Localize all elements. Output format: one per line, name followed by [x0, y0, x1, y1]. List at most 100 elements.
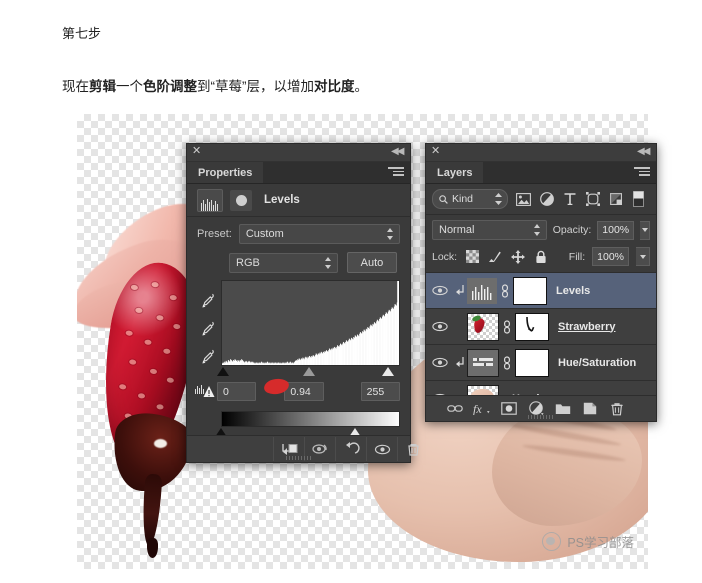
body-seg-7: 。	[354, 79, 369, 94]
mask-link-icon[interactable]	[497, 283, 513, 298]
histogram-column	[217, 280, 400, 378]
toggle-visibility-icon[interactable]	[366, 437, 397, 461]
layer-mask-thumbnail[interactable]	[515, 348, 549, 377]
set-black-point-eyedropper-icon[interactable]	[200, 292, 217, 309]
channel-row: RGB Auto	[187, 244, 410, 273]
layer-visibility-icon[interactable]	[426, 285, 453, 296]
smart-object-filter-icon[interactable]	[604, 189, 627, 209]
lock-transparent-pixels-icon[interactable]	[464, 249, 480, 265]
histogram[interactable]	[221, 280, 400, 366]
lock-position-icon[interactable]	[510, 249, 526, 265]
close-icon[interactable]: ✕	[431, 146, 440, 157]
blend-mode-select[interactable]: Normal	[432, 220, 547, 240]
mask-link-icon[interactable]	[499, 355, 515, 370]
delete-layer-icon[interactable]	[604, 398, 631, 420]
fill-field[interactable]: 100%	[592, 247, 629, 266]
add-layer-mask-icon[interactable]	[496, 398, 523, 420]
channel-value: RGB	[236, 256, 260, 269]
tab-layers[interactable]: Layers	[426, 162, 484, 183]
panel-menu-icon[interactable]	[634, 167, 650, 178]
layer-filter-row: Kind	[426, 184, 656, 215]
resize-grip[interactable]	[528, 415, 554, 419]
chocolate-highlight	[154, 439, 167, 448]
body-seg-1: 现在	[62, 79, 89, 94]
eyedropper-column	[195, 280, 221, 378]
new-layer-icon[interactable]	[577, 398, 604, 420]
layer-style-fx-icon[interactable]: fx	[469, 398, 496, 420]
delete-adjustment-icon[interactable]	[397, 437, 428, 461]
layer-mask-thumbnail[interactable]	[515, 312, 549, 341]
white-input-field[interactable]: 255	[360, 382, 400, 401]
resize-grip[interactable]	[285, 456, 312, 460]
layer-visibility-icon[interactable]	[426, 321, 453, 332]
lock-image-pixels-icon[interactable]	[487, 249, 503, 265]
stepper-arrows-icon	[387, 228, 394, 240]
layers-footer: fx	[426, 395, 656, 421]
clipping-warning-icon[interactable]	[195, 384, 217, 399]
channel-select[interactable]: RGB	[229, 252, 338, 273]
adjustment-layer-filter-icon[interactable]	[535, 189, 558, 209]
auto-button[interactable]: Auto	[347, 252, 397, 273]
chocolate-drip	[140, 473, 163, 547]
black-input-field[interactable]: 0	[217, 382, 257, 401]
preset-label: Preset:	[197, 228, 232, 240]
output-levels	[187, 401, 410, 439]
properties-footer	[187, 435, 419, 462]
set-gray-point-eyedropper-icon[interactable]	[200, 320, 217, 337]
panel-menu-icon[interactable]	[388, 167, 404, 178]
collapse-icon[interactable]: ◀◀	[637, 147, 650, 157]
shape-layer-filter-icon[interactable]	[581, 189, 604, 209]
opacity-field[interactable]: 100%	[597, 220, 635, 240]
gamma-input-slider[interactable]	[303, 367, 315, 376]
set-white-point-eyedropper-icon[interactable]	[200, 348, 217, 365]
pixel-layer-filter-icon[interactable]	[512, 189, 535, 209]
layer-visibility-icon[interactable]	[426, 357, 453, 368]
stepper-arrows-icon	[533, 224, 541, 236]
layer-thumbnail-levels[interactable]	[467, 277, 497, 304]
fill-dropdown-button[interactable]	[636, 247, 650, 266]
mask-link-icon[interactable]	[499, 319, 515, 334]
adjustment-title: Levels	[264, 194, 300, 206]
link-layers-icon[interactable]	[442, 398, 469, 420]
body-seg-6: 对比度	[314, 79, 355, 94]
adjustment-preset-icon	[230, 189, 252, 211]
properties-panel[interactable]: ✕ ◀◀ Properties Levels Preset: Custom RG…	[186, 143, 419, 463]
layer-row-hue-saturation[interactable]: Hue/Saturation	[426, 345, 656, 381]
layer-filter-icons	[512, 189, 650, 209]
layer-thumbnail-hue-saturation[interactable]	[467, 348, 499, 377]
filter-toggle-switch-icon[interactable]	[627, 189, 650, 209]
reset-adjustment-icon[interactable]	[335, 437, 366, 461]
layer-mask-thumbnail[interactable]	[513, 276, 547, 305]
filter-kind-select[interactable]: Kind	[432, 189, 508, 209]
white-input-slider[interactable]	[382, 367, 394, 376]
tab-properties[interactable]: Properties	[187, 162, 264, 183]
watermark-logo-icon	[542, 532, 562, 551]
close-icon[interactable]: ✕	[192, 146, 201, 157]
layer-row-strawberry[interactable]: Strawberry	[426, 309, 656, 345]
preset-row: Preset: Custom	[187, 217, 410, 244]
blend-mode-value: Normal	[439, 224, 475, 236]
layer-name-levels: Levels	[556, 284, 591, 297]
input-levels-sliders	[217, 367, 400, 378]
collapse-icon[interactable]: ◀◀	[391, 147, 404, 157]
watermark-text: PS学习部落	[567, 536, 634, 550]
lock-all-icon[interactable]	[533, 249, 549, 265]
levels-icon	[197, 188, 223, 212]
layers-panel[interactable]: ✕ ◀◀ Layers Kind Normal Opacity: 100% Lo…	[425, 143, 657, 422]
fill-label: Fill:	[568, 250, 586, 263]
layers-titlebar: ✕ ◀◀	[426, 144, 656, 162]
type-layer-filter-icon[interactable]	[558, 189, 581, 209]
opacity-label: Opacity:	[552, 224, 592, 236]
preset-select[interactable]: Custom	[238, 224, 400, 244]
opacity-dropdown-button[interactable]	[640, 220, 650, 240]
preset-value: Custom	[245, 228, 284, 240]
page-title: 第七步	[62, 26, 102, 41]
clipping-mask-indicator-icon	[453, 284, 467, 297]
body-seg-2: 剪辑	[89, 79, 116, 94]
gamma-input-field[interactable]: 0.94	[284, 382, 324, 401]
layer-thumbnail-strawberry[interactable]	[467, 312, 499, 341]
layer-row-levels[interactable]: Levels	[426, 273, 656, 309]
body-seg-4: 色阶调整	[143, 79, 197, 94]
stepper-arrows-icon	[495, 193, 502, 205]
black-input-slider[interactable]	[217, 367, 229, 376]
